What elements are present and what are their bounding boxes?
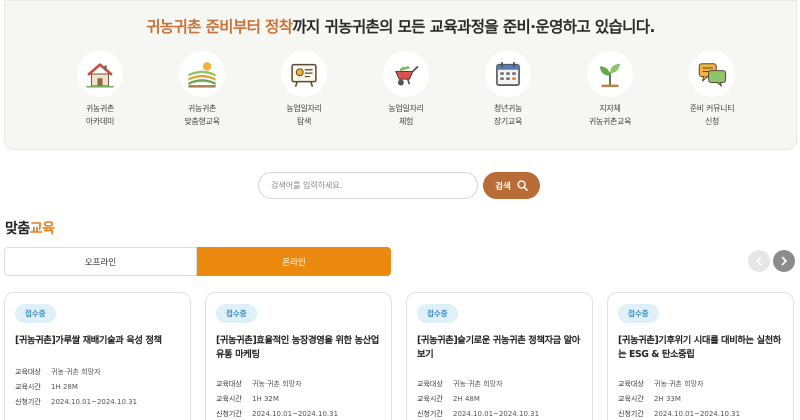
meta-label-target: 교육대상: [216, 380, 242, 388]
prev-button[interactable]: [748, 250, 770, 272]
course-card[interactable]: 접수중 [귀농귀촌]기후위기 시대를 대비하는 실천하는 ESG & 탄소중립 …: [607, 292, 794, 420]
course-title: [귀농귀촌]슬기로운 귀농귀촌 정책자금 알아보기: [417, 335, 580, 360]
category-label-line2: 신청: [704, 117, 720, 126]
category-label-line1: 지자체: [599, 104, 621, 113]
meta-label-period: 신청기간: [15, 398, 41, 406]
category-label-line2: 아카데미: [85, 117, 115, 126]
next-button[interactable]: [773, 250, 795, 272]
course-title: [귀농귀촌]효율적인 농장경영을 위한 농산업 유통 마케팅: [216, 335, 379, 360]
category-label-line1: 농업일자리: [286, 104, 322, 113]
course-meta: 교육대상 귀농·귀촌 희망자 교육시간 2H 33M 신청기간 2024.10.01~…: [618, 377, 788, 420]
meta-label-target: 교육대상: [618, 380, 644, 388]
tab-bar: 오프라인 온라인: [4, 247, 391, 276]
category-label-line2: 탐색: [296, 117, 312, 126]
meta-value-target: 귀농·귀촌 희망자: [252, 380, 302, 388]
meta-value-time: 2H 48M: [453, 395, 480, 403]
course-title: [귀농귀촌]기후위기 시대를 대비하는 실천하는 ESG & 탄소중립: [618, 335, 781, 360]
meta-value-period: 2024.10.01~2024.10.31: [654, 410, 741, 418]
chat-bubbles-icon: [689, 51, 735, 97]
wheelbarrow-icon: [383, 51, 429, 97]
meta-label-time: 교육시간: [216, 395, 242, 403]
course-card[interactable]: 접수중 [귀농귀촌]가루쌀 재배기술과 육성 정책 교육대상 귀농·귀촌 희망자 …: [4, 292, 191, 420]
category-label-line1: 준비 커뮤니티: [689, 104, 735, 113]
meta-value-period: 2024.10.01~2024.10.31: [252, 410, 339, 418]
category-community[interactable]: 준비 커뮤니티신청: [667, 51, 757, 128]
category-job-experience[interactable]: 농업일자리체험: [361, 51, 451, 128]
course-meta: 교육대상 귀농·귀촌 희망자 교육시간 1H 28M 신청기간 2024.10.01~…: [15, 365, 185, 410]
job-board-icon: [281, 51, 327, 97]
category-label-line1: 귀농귀촌: [187, 104, 217, 113]
category-custom-education[interactable]: 귀농귀촌맞춤형교육: [157, 51, 247, 128]
course-title: [귀농귀촌]가루쌀 재배기술과 육성 정책: [15, 335, 162, 346]
category-job-search[interactable]: 농업일자리탐색: [259, 51, 349, 128]
hero-banner: 귀농귀촌 준비부터 정착까지 귀농귀촌의 모든 교육과정을 준비·운영하고 있습…: [4, 0, 797, 150]
category-menu: 귀농귀촌 아카데미 귀농귀촌 맞춤형교육 농업일자리 탐색 농업일자리 체험 청…: [55, 51, 785, 141]
calendar-icon: [485, 51, 531, 97]
category-label-line2: 맞춤형교육: [184, 117, 220, 126]
meta-label-period: 신청기간: [417, 410, 443, 418]
course-meta: 교육대상 귀농·귀촌 희망자 교육시간 2H 48M 신청기간 2024.10.01~…: [417, 377, 587, 420]
hero-title-rest: 까지 귀농귀촌의 모든 교육과정을 준비·운영하고 있습니다.: [292, 18, 655, 36]
meta-value-time: 1H 28M: [51, 383, 78, 391]
status-badge: 접수중: [618, 304, 659, 323]
category-local-government[interactable]: 지자체귀농귀촌교육: [565, 51, 655, 128]
section-title-highlight: 교육: [29, 221, 55, 237]
status-badge: 접수중: [417, 304, 458, 323]
course-card[interactable]: 접수중 [귀농귀촌]효율적인 농장경영을 위한 농산업 유통 마케팅 교육대상 귀…: [205, 292, 392, 420]
section-title-main: 맞춤: [5, 221, 30, 237]
meta-value-time: 1H 32M: [252, 395, 279, 403]
category-label-line1: 청년귀농: [493, 104, 523, 113]
house-icon: [77, 51, 123, 97]
search-button[interactable]: 검색: [483, 172, 540, 199]
category-label-line2: 체험: [398, 117, 414, 126]
meta-label-time: 교육시간: [417, 395, 443, 403]
category-youth-long-term[interactable]: 청년귀농장기교육: [463, 51, 553, 128]
farm-field-icon: [179, 51, 225, 97]
meta-value-target: 귀농·귀촌 희망자: [654, 380, 704, 388]
meta-value-target: 귀농·귀촌 희망자: [453, 380, 503, 388]
course-meta: 교육대상 귀농·귀촌 희망자 교육시간 1H 32M 신청기간 2024.10.01~…: [216, 377, 386, 420]
course-card[interactable]: 접수중 [귀농귀촌]슬기로운 귀농귀촌 정책자금 알아보기 교육대상 귀농·귀촌 …: [406, 292, 593, 420]
hero-title-highlight: 귀농귀촌 준비부터 정착: [146, 18, 293, 36]
chevron-left-icon: [755, 256, 762, 266]
category-label-line2: 귀농귀촌교육: [588, 117, 632, 126]
tab-offline[interactable]: 오프라인: [4, 247, 197, 276]
tab-online[interactable]: 온라인: [197, 247, 391, 276]
meta-value-period: 2024.10.01~2024.10.31: [453, 410, 540, 418]
status-badge: 접수중: [15, 304, 56, 323]
chevron-right-icon: [781, 256, 788, 266]
meta-label-time: 교육시간: [618, 395, 644, 403]
sprout-icon: [587, 51, 633, 97]
meta-label-target: 교육대상: [15, 368, 41, 376]
category-academy[interactable]: 귀농귀촌아카데미: [55, 51, 145, 128]
search-icon: [517, 180, 528, 191]
section-title: 맞춤교육: [5, 218, 55, 238]
meta-label-period: 신청기간: [618, 410, 644, 418]
meta-value-target: 귀농·귀촌 희망자: [51, 368, 101, 376]
category-label-line2: 장기교육: [493, 117, 523, 126]
meta-label-period: 신청기간: [216, 410, 242, 418]
meta-value-time: 2H 33M: [654, 395, 681, 403]
category-label-line1: 귀농귀촌: [85, 104, 115, 113]
hero-title: 귀농귀촌 준비부터 정착까지 귀농귀촌의 모든 교육과정을 준비·운영하고 있습…: [5, 15, 796, 37]
meta-label-time: 교육시간: [15, 383, 41, 391]
search-button-label: 검색: [495, 181, 511, 192]
meta-label-target: 교육대상: [417, 380, 443, 388]
status-badge: 접수중: [216, 304, 257, 323]
search-input[interactable]: [258, 172, 478, 199]
meta-value-period: 2024.10.01~2024.10.31: [51, 398, 138, 406]
category-label-line1: 농업일자리: [388, 104, 424, 113]
